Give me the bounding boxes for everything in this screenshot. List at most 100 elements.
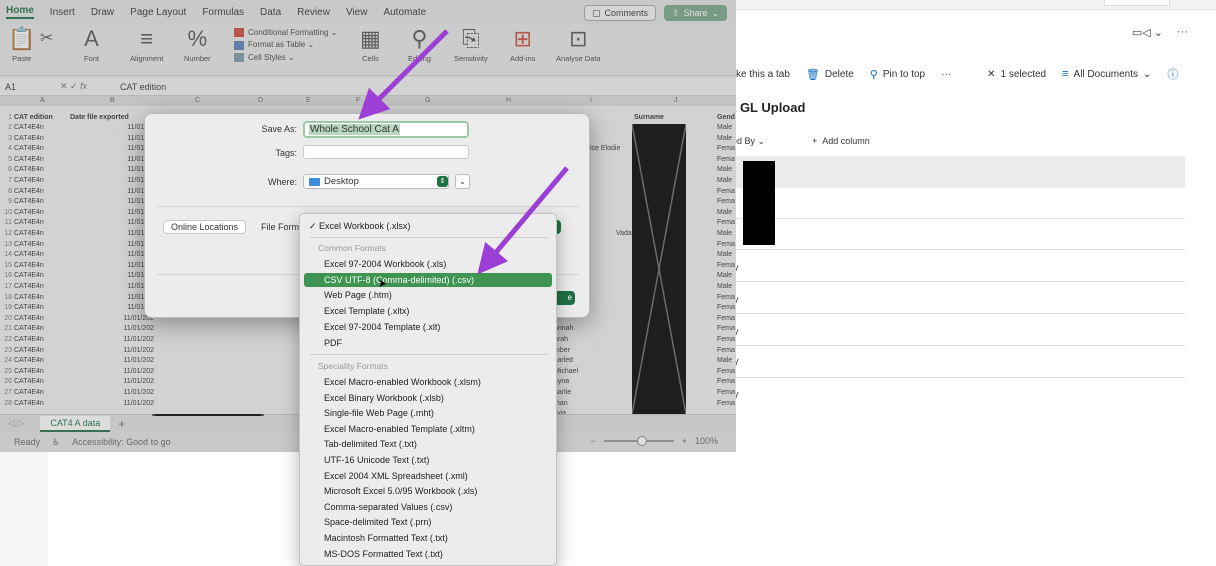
cell[interactable]: CAT4E4n (14, 304, 44, 311)
cell[interactable]: Fema (717, 368, 735, 375)
cell[interactable]: Male (717, 209, 732, 216)
format-option[interactable]: Macintosh Formatted Text (.txt) (306, 531, 550, 545)
format-option-csv-utf8[interactable]: CSV UTF-8 (Comma-delimited) (.csv) (304, 272, 552, 287)
share-button[interactable]: ⇪ Share ⌄ (664, 5, 728, 21)
cell[interactable]: 11/01/20 (70, 156, 154, 163)
cell[interactable]: CAT4E4n (14, 198, 44, 205)
cells-group[interactable]: ▦ Cells (360, 26, 381, 63)
tab-page-layout[interactable]: Page Layout (130, 7, 186, 18)
font-group[interactable]: A Font (84, 26, 99, 63)
zoom-slider[interactable] (603, 436, 674, 446)
cell[interactable]: ice Elodie (590, 145, 620, 152)
format-option[interactable]: PDF (306, 336, 550, 350)
format-option[interactable]: Excel 2004 XML Spreadsheet (.xml) (306, 469, 550, 483)
cell[interactable]: 11/01/20 (70, 124, 154, 131)
cell[interactable]: Fema (717, 262, 735, 269)
tab-home[interactable]: Home (6, 5, 34, 19)
expand-chevron-icon[interactable]: ⌄ (455, 174, 470, 189)
column-header[interactable]: D (258, 97, 263, 104)
cell[interactable]: CAT4E4n (14, 156, 44, 163)
format-option[interactable]: Single-file Web Page (.mht) (306, 406, 550, 420)
format-option-xlsx[interactable]: ✓ Excel Workbook (.xlsx) (306, 219, 550, 233)
cell[interactable]: Fema (717, 188, 735, 195)
more-command[interactable]: ··· (941, 69, 951, 80)
format-option[interactable]: MS-DOS Formatted Text (.txt) (306, 547, 550, 561)
zoom-out-icon[interactable]: − (590, 436, 595, 446)
cell[interactable]: CAT4E4n (14, 241, 44, 248)
cell[interactable]: CAT4E4n (14, 378, 44, 385)
format-option[interactable]: Microsoft Excel 5.0/95 Workbook (.xls) (306, 484, 550, 498)
cell[interactable]: CAT4E4n (14, 262, 44, 269)
delete-command[interactable]: 🗑 Delete (806, 68, 854, 81)
cell[interactable]: 11/01/202 (70, 315, 154, 322)
cell[interactable]: Fema (717, 156, 735, 163)
zoom-slider-knob[interactable] (636, 436, 647, 446)
cell[interactable]: 11/01/202 (70, 357, 154, 364)
cut-copy-group[interactable]: ✂ (40, 26, 53, 54)
cell[interactable]: Male (717, 357, 732, 364)
more-icon[interactable]: ··· (1177, 26, 1188, 39)
conditional-formatting-button[interactable]: Conditional Formatting ⌄ (234, 28, 337, 38)
cell[interactable]: Male (717, 135, 732, 142)
tags-input[interactable] (303, 145, 469, 159)
modified-by-column[interactable]: ed By ⌄ (732, 136, 812, 150)
pin-command[interactable]: ⚲ Pin to top (870, 68, 925, 81)
cell[interactable]: 11/01/20 (70, 166, 154, 173)
add-column-button[interactable]: + Add column (812, 136, 870, 150)
add-sheet-icon[interactable]: + (118, 417, 125, 431)
cell[interactable]: 11/01/20 (70, 262, 154, 269)
video-icon[interactable]: ▭◁ ⌄ (1132, 26, 1163, 39)
online-locations-button[interactable]: Online Locations (163, 220, 247, 234)
cell[interactable]: Fema (717, 325, 735, 332)
column-header[interactable]: G (425, 97, 430, 104)
cell[interactable]: CAT4E4n (14, 124, 44, 131)
cell[interactable]: 11/01/202 (70, 336, 154, 343)
tab-review[interactable]: Review (297, 7, 330, 18)
cell[interactable]: CAT4E4n (14, 315, 44, 322)
tab-draw[interactable]: Draw (91, 7, 114, 18)
cell[interactable]: CAT4E4n (14, 209, 44, 216)
cell[interactable]: Fema (717, 400, 735, 407)
format-option[interactable]: Space-delimited Text (.prn) (306, 515, 550, 529)
cell[interactable]: CAT4E4n (14, 400, 44, 407)
select-arrows-icon[interactable]: ⇕ (437, 176, 448, 187)
cell[interactable]: CAT4E4n (14, 336, 44, 343)
cell[interactable]: CAT4E4n (14, 294, 44, 301)
column-header[interactable]: H (506, 97, 511, 104)
column-header[interactable]: F (356, 97, 360, 104)
cell[interactable]: 11/01/20 (70, 283, 154, 290)
cell[interactable]: Gend (717, 114, 735, 121)
cell[interactable]: Fema (717, 304, 735, 311)
where-select[interactable]: Desktop (303, 174, 449, 189)
cell[interactable]: 11/01/20 (70, 188, 154, 195)
cell[interactable]: CAT4E4n (14, 230, 44, 237)
alignment-group[interactable]: ≡ Alignment (130, 26, 163, 63)
cell[interactable]: CAT edition (14, 114, 53, 121)
sharepoint-search-box[interactable] (1104, 0, 1170, 6)
cell[interactable]: 11/01/20 (70, 135, 154, 142)
info-button[interactable]: ⓘ (1167, 66, 1178, 82)
analyse-data-group[interactable]: ⊡ Analyse Data (556, 26, 601, 63)
tab-data[interactable]: Data (260, 7, 281, 18)
cell[interactable]: Fema (717, 145, 735, 152)
column-header[interactable]: A (40, 97, 45, 104)
zoom-in-icon[interactable]: + (682, 436, 687, 446)
cell[interactable]: 11/01/202 (70, 368, 154, 375)
editing-group[interactable]: ⚲ Editing (408, 26, 431, 63)
selected-count[interactable]: ✕ 1 selected (987, 69, 1046, 80)
cell[interactable]: CAT4E4n (14, 166, 44, 173)
cell[interactable]: Male (717, 177, 732, 184)
format-option[interactable]: Excel Macro-enabled Workbook (.xlsm) (306, 375, 550, 389)
comments-button[interactable]: ▢ Comments (584, 5, 657, 21)
cell[interactable]: Male (717, 166, 732, 173)
cell[interactable]: 11/01/20 (70, 241, 154, 248)
cell[interactable]: 11/01/20 (70, 145, 154, 152)
cell[interactable]: 11/01/202 (70, 400, 154, 407)
selected-list-row[interactable] (736, 156, 1185, 188)
tab-formulas[interactable]: Formulas (202, 7, 244, 18)
format-option[interactable]: Excel Binary Workbook (.xlsb) (306, 391, 550, 405)
cell[interactable]: 11/01/202 (70, 378, 154, 385)
cell[interactable]: Date file exported (70, 114, 154, 121)
paste-group[interactable]: 📋 Paste (8, 26, 35, 63)
cell[interactable]: Fema (717, 389, 735, 396)
